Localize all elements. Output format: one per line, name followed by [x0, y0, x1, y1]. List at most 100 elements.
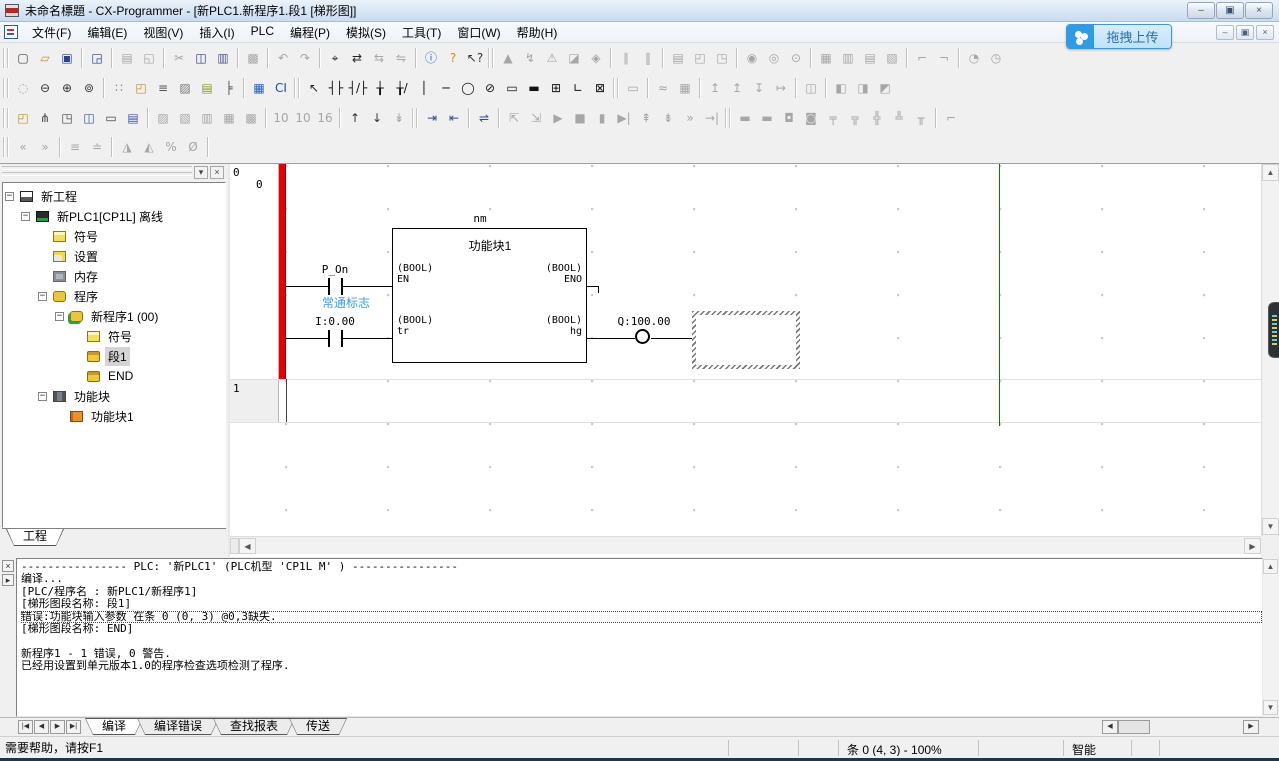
menu-item[interactable]: 编程(P): [282, 22, 338, 43]
scroll-left-button[interactable]: ◀: [1102, 720, 1118, 734]
menu-item[interactable]: 帮助(H): [509, 22, 566, 43]
menu-item[interactable]: 工具(T): [394, 22, 449, 43]
step-return-icon[interactable]: ¬: [933, 47, 955, 69]
paste-special-icon[interactable]: ▩: [242, 47, 264, 69]
bcd-display-icon[interactable]: ▬: [756, 107, 778, 129]
output-line[interactable]: [PLC/程序名 : 新PLC1/新程序1]: [21, 586, 1262, 598]
tree-item[interactable]: 功能块1: [3, 406, 225, 426]
toolbar-grip[interactable]: [3, 108, 9, 128]
output-tab[interactable]: 传送: [289, 718, 347, 735]
scroll-up-button[interactable]: ▲: [1262, 164, 1279, 181]
minimize-button[interactable]: –: [1187, 2, 1215, 19]
diff-both-icon[interactable]: ╬: [866, 107, 888, 129]
align-left-icon[interactable]: ≡: [64, 136, 86, 158]
scroll-right-button[interactable]: ▶: [1243, 720, 1259, 734]
window-find-icon[interactable]: ◳: [56, 107, 78, 129]
tree-item[interactable]: 设置: [3, 246, 225, 266]
pane-splitter-box[interactable]: [230, 538, 239, 554]
mdi-close-button[interactable]: ×: [1256, 25, 1274, 40]
indent-icon[interactable]: »: [34, 136, 56, 158]
new-or-closed-contact-icon[interactable]: ╁/: [391, 77, 413, 99]
local-symbol-table-icon[interactable]: ≡: [152, 77, 174, 99]
run-mode-icon[interactable]: ▶: [547, 107, 569, 129]
cross-reference-icon[interactable]: ◨: [852, 77, 874, 99]
pause-mode-icon[interactable]: ▮: [591, 107, 613, 129]
tile-windows-icon[interactable]: ◫: [78, 107, 100, 129]
overlay-side-widget[interactable]: [1268, 302, 1279, 358]
undo-rung-icon[interactable]: ⌐: [940, 107, 962, 129]
panel-grip[interactable]: [2, 166, 192, 170]
new-coil-icon[interactable]: ◯: [457, 77, 479, 99]
time-chart-icon[interactable]: ◷: [985, 47, 1007, 69]
project-tab[interactable]: 工程: [6, 529, 64, 546]
toggle-grid-icon[interactable]: ∷: [108, 77, 130, 99]
function-block[interactable]: 功能块1 (BOOL) EN (BOOL) tr (BOOL) ENO (BOO…: [392, 228, 587, 363]
io-comment-icon[interactable]: CI: [270, 77, 292, 99]
tree-expander[interactable]: −: [21, 212, 30, 221]
force-set-icon[interactable]: ↥: [704, 77, 726, 99]
step-in-icon[interactable]: ⇞: [635, 107, 657, 129]
window-cascade-icon[interactable]: ◰: [12, 107, 34, 129]
next-tab-button[interactable]: ▶: [50, 720, 65, 734]
pause-monitoring-icon[interactable]: ∥: [615, 47, 637, 69]
used-addresses-icon[interactable]: ◩: [874, 77, 896, 99]
diff-down-icon[interactable]: ╦: [844, 107, 866, 129]
tree-expander[interactable]: −: [5, 192, 14, 201]
io-table-icon[interactable]: ▦: [815, 47, 837, 69]
tree-item[interactable]: − 新程序1 (00): [3, 306, 225, 326]
program-hierarchy-icon[interactable]: ╞: [218, 77, 240, 99]
print-preview-icon[interactable]: ◲: [86, 47, 108, 69]
pv-display-icon[interactable]: ▬: [734, 107, 756, 129]
step-run-icon[interactable]: ⌐: [911, 47, 933, 69]
toolbar-grip[interactable]: [613, 78, 619, 98]
output-line[interactable]: 已经用设置到单元版本1.0的程序检查选项检测了程序.: [21, 660, 1262, 672]
about-icon[interactable]: ⓘ: [420, 47, 442, 69]
step-out-icon[interactable]: ⇟: [657, 107, 679, 129]
rung-comment-icon[interactable]: ▤: [196, 77, 218, 99]
toolbar-grip[interactable]: [3, 78, 9, 98]
force-cancel-icon[interactable]: ⊙: [785, 47, 807, 69]
set-value-icon[interactable]: ↧: [748, 77, 770, 99]
menu-item[interactable]: 文件(F): [24, 22, 79, 43]
first-tab-button[interactable]: |◀: [18, 720, 33, 734]
program-check-options-icon[interactable]: ▤: [667, 47, 689, 69]
contact1-bar[interactable]: [341, 278, 343, 295]
address-reference-icon[interactable]: ◧: [830, 77, 852, 99]
output-tab[interactable]: 编译错误: [137, 718, 219, 735]
diff-clear-icon[interactable]: ╩: [888, 107, 910, 129]
cut-icon[interactable]: ✂: [168, 47, 190, 69]
smart-input-icon[interactable]: ▦: [248, 77, 270, 99]
output-line[interactable]: 编译...: [21, 573, 1262, 585]
tree-item[interactable]: 内存: [3, 266, 225, 286]
zoom-out-icon[interactable]: ⊖: [34, 77, 56, 99]
vertical-line-icon[interactable]: │: [413, 77, 435, 99]
upload-from-plc-icon[interactable]: ⇤: [443, 107, 465, 129]
undo-icon[interactable]: ↶: [272, 47, 294, 69]
toolbar-grip[interactable]: [294, 78, 300, 98]
differential-monitor-icon[interactable]: ◫: [800, 77, 822, 99]
replace-icon[interactable]: ⇄: [346, 47, 368, 69]
fb-invocation-icon[interactable]: ⊞: [545, 77, 567, 99]
find-bit-icon[interactable]: ⇆: [368, 47, 390, 69]
unsigned-display-icon[interactable]: ◙: [800, 107, 822, 129]
tree-item[interactable]: 段1: [3, 346, 225, 366]
options-icon[interactable]: ▩: [240, 107, 262, 129]
compile-icon[interactable]: ⋔: [34, 107, 56, 129]
tree-item[interactable]: − 程序: [3, 286, 225, 306]
output-line[interactable]: 错误:功能块输入参数 在条 0 (0, 3) @0,3缺失.: [21, 611, 1262, 623]
scroll-down-button[interactable]: ▼: [1262, 518, 1279, 535]
print-icon[interactable]: ▤: [116, 47, 138, 69]
stop-icon[interactable]: ■: [569, 107, 591, 129]
last-tab-button[interactable]: ▶|: [66, 720, 81, 734]
properties-icon[interactable]: ▤: [122, 107, 144, 129]
monitor-mode-icon[interactable]: ⇲: [525, 107, 547, 129]
toolbar-grip[interactable]: [412, 108, 418, 128]
page-setup-icon[interactable]: ◱: [138, 47, 160, 69]
help-icon[interactable]: ?: [442, 47, 464, 69]
work-online-icon[interactable]: ▲: [497, 47, 519, 69]
percent-display-icon[interactable]: %: [160, 136, 182, 158]
align-top-icon[interactable]: ≐: [86, 136, 108, 158]
outdent-icon[interactable]: «: [12, 136, 34, 158]
output-window-icon[interactable]: ▥: [196, 107, 218, 129]
mdi-minimize-button[interactable]: –: [1216, 25, 1234, 40]
